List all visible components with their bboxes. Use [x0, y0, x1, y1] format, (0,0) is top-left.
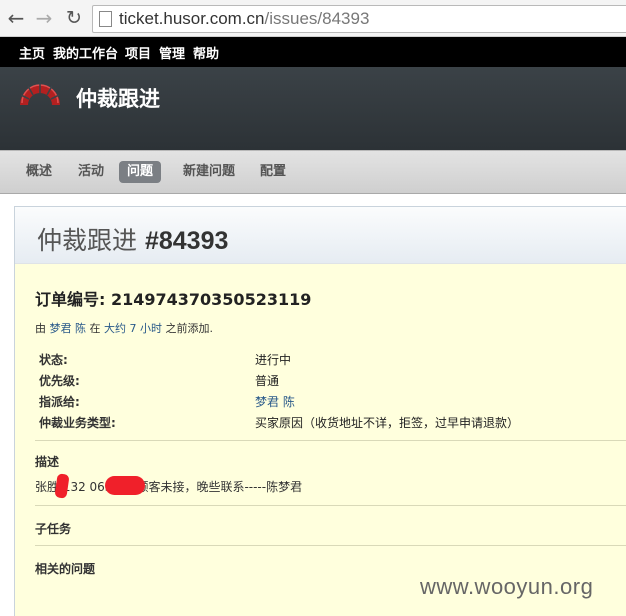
issue-panel: 仲裁跟进 #84393 订单编号: 214974370350523119 由 梦… [14, 206, 626, 616]
issue-subject: 订单编号: 214974370350523119 [35, 290, 312, 309]
assignee-link[interactable]: 梦君 陈 [255, 393, 295, 410]
created-time-link[interactable]: 大约 7 小时 [104, 322, 162, 335]
page-icon [99, 11, 112, 27]
assignee-label: 指派给: [39, 395, 80, 409]
description-text: 张胜 132 063电联顾客未接，晚些联系-----陈梦君 [35, 480, 303, 494]
arbitration-type-label: 仲裁业务类型: [39, 416, 116, 430]
main-menu: 概述 活动 问题 新建问题 配置 [0, 150, 626, 194]
back-arrow-icon[interactable]: ← [4, 6, 28, 30]
top-menu-help[interactable]: 帮助 [193, 43, 219, 62]
issue-heading: 仲裁跟进 #84393 [15, 207, 626, 264]
description-title: 描述 [35, 455, 60, 469]
divider [35, 440, 626, 441]
issue-details: 订单编号: 214974370350523119 由 梦君 陈 在 大约 7 小… [15, 264, 626, 616]
issue-title: 仲裁跟进 #84393 [37, 221, 228, 257]
status-label: 状态: [39, 353, 68, 367]
project-header: 仲裁跟进 [0, 67, 626, 150]
tab-issues[interactable]: 问题 [119, 161, 162, 183]
tab-overview[interactable]: 概述 [18, 161, 60, 183]
related-issues-title: 相关的问题 [35, 562, 96, 576]
priority-value: 普通 [255, 374, 280, 388]
arbitration-type-value: 买家原因（收货地址不详，拒签，过早申请退款） [255, 416, 520, 430]
reload-icon[interactable]: ↻ [62, 6, 86, 30]
status-value: 进行中 [255, 353, 292, 367]
divider [35, 505, 626, 506]
author-prefix: 由 [35, 322, 46, 335]
issue-author-line: 由 梦君 陈 在 大约 7 小时 之前添加. [35, 320, 213, 336]
author-mid: 在 [89, 322, 101, 335]
top-menu: 主页 我的工作台 项目 管理 帮助 [0, 37, 626, 67]
watermark: www.wooyun.org [420, 574, 594, 599]
top-menu-projects[interactable]: 项目 [125, 43, 151, 62]
url-host: ticket.husor.com.cn [119, 9, 265, 28]
priority-label: 优先级: [39, 374, 80, 388]
url-path: /issues/84393 [264, 9, 370, 28]
author-link[interactable]: 梦君 陈 [50, 322, 87, 335]
url-text[interactable]: ticket.husor.com.cn/issues/84393 [119, 9, 369, 29]
subtasks-title: 子任务 [35, 522, 72, 536]
top-menu-admin[interactable]: 管理 [159, 43, 185, 62]
tab-new-issue[interactable]: 新建问题 [175, 161, 243, 183]
top-menu-home[interactable]: 主页 [19, 43, 45, 62]
redaction-mark [105, 476, 145, 495]
redmine-logo-icon [20, 81, 60, 105]
project-title: 仲裁跟进 [76, 87, 160, 111]
divider [35, 545, 626, 546]
issue-tracker: 仲裁跟进 [37, 226, 138, 255]
tab-activity[interactable]: 活动 [70, 161, 112, 183]
author-suffix: 之前添加. [165, 322, 214, 335]
issue-number: #84393 [144, 227, 229, 255]
browser-toolbar: ← → ↻ ticket.husor.com.cn/issues/84393 [0, 0, 626, 37]
forward-arrow-icon[interactable]: → [32, 6, 56, 30]
top-menu-my-page[interactable]: 我的工作台 [53, 43, 118, 62]
tab-settings[interactable]: 配置 [252, 161, 294, 183]
address-bar[interactable]: ticket.husor.com.cn/issues/84393 [92, 5, 626, 33]
